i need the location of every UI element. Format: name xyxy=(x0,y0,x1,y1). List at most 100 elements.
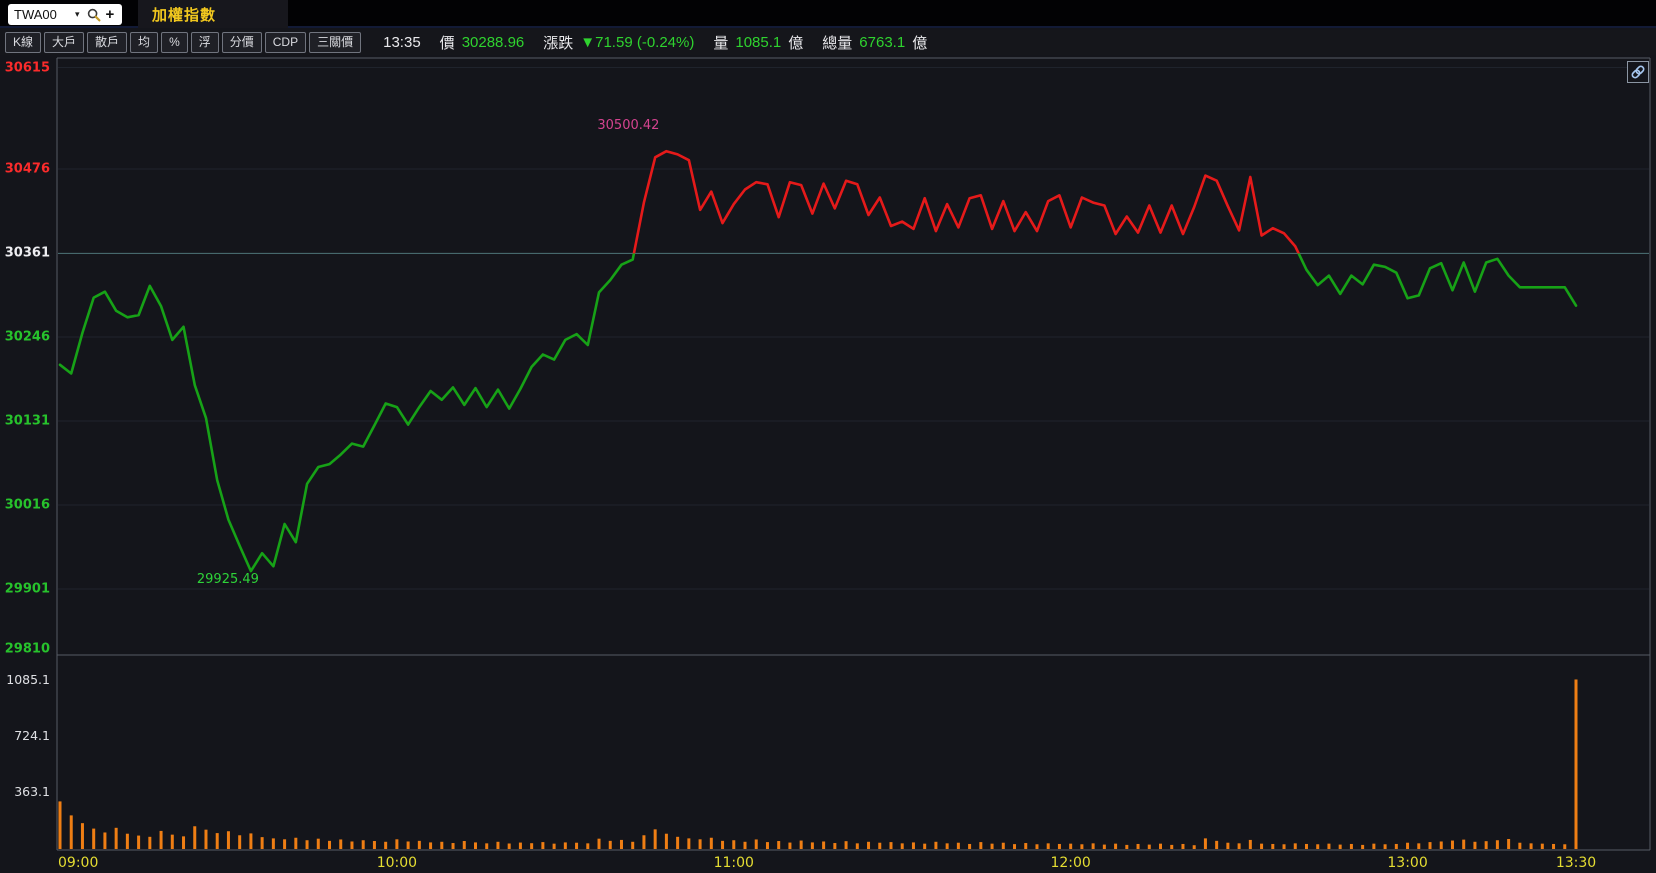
volume-bar xyxy=(1013,844,1017,849)
quote-time: 13:35 xyxy=(383,34,421,51)
volume-bar xyxy=(1450,840,1454,849)
volume-bar xyxy=(1080,844,1084,849)
change-value: ▼71.59 (-0.24%) xyxy=(580,34,695,51)
toolbar-button-0[interactable]: K線 xyxy=(5,32,42,53)
volume-bar xyxy=(1361,844,1365,849)
volume-bar xyxy=(945,843,949,849)
symbol-input[interactable] xyxy=(14,7,66,22)
volume-bar xyxy=(361,840,365,849)
volume-bar xyxy=(788,842,792,849)
volume-bar xyxy=(608,840,612,849)
volume-bar xyxy=(316,838,320,849)
volume-bar xyxy=(1394,843,1398,849)
toolbar-button-6[interactable]: 分價 xyxy=(221,32,262,53)
volume-bar xyxy=(170,834,174,849)
volume-bar xyxy=(664,833,668,849)
volume-bar xyxy=(92,828,96,849)
price-axis-label: 30246 xyxy=(5,329,50,344)
volume-bar xyxy=(732,840,736,849)
volume-bar xyxy=(968,843,972,849)
toolbar-button-7[interactable]: CDP xyxy=(264,32,307,53)
tab-strip: 加權指數 xyxy=(138,0,288,28)
volume-bar xyxy=(1383,844,1387,849)
volume-bar xyxy=(1057,843,1061,849)
volume-bar xyxy=(137,835,141,849)
volume-bar xyxy=(765,842,769,849)
x-axis-label: 11:00 xyxy=(714,855,754,871)
search-icon[interactable] xyxy=(87,8,101,22)
price-axis-label: 29901 xyxy=(5,581,50,596)
volume-bar xyxy=(103,832,107,849)
volume-bar xyxy=(1001,842,1005,849)
volume-bar xyxy=(305,840,309,849)
dropdown-caret-icon[interactable]: ▾ xyxy=(75,9,80,20)
volume-bar xyxy=(844,841,848,849)
volume-bar xyxy=(1518,842,1522,849)
volume-bar xyxy=(855,843,859,849)
volume-bar xyxy=(810,842,814,849)
toolbar-button-3[interactable]: 均 xyxy=(130,32,159,53)
volume-bar xyxy=(1035,844,1039,849)
volume-bar xyxy=(215,833,219,849)
volume-bar xyxy=(1159,843,1163,849)
price-line-below-prev-close xyxy=(58,253,1578,573)
volume-bar xyxy=(530,843,534,849)
symbol-combobox[interactable]: ▾ + xyxy=(8,4,122,25)
price-axis-label: 30361 xyxy=(5,246,50,261)
volume-bar xyxy=(462,841,466,849)
tab-weighted-index[interactable]: 加權指數 xyxy=(138,0,288,28)
volume-bar xyxy=(1282,844,1286,849)
add-symbol-icon[interactable]: + xyxy=(106,6,115,23)
volume-bar xyxy=(1215,840,1219,849)
volume-bar xyxy=(698,839,702,849)
volume-bar xyxy=(1203,838,1207,849)
volume-bar xyxy=(541,842,545,849)
volume-bar xyxy=(204,829,208,849)
volume-bar xyxy=(743,841,747,849)
volume-bar xyxy=(721,840,725,849)
intraday-chart[interactable]: 30615 30476 30361 30246 30131 30016 29901 29810… xyxy=(0,55,1656,873)
total-volume-unit: 億 xyxy=(912,35,928,52)
total-volume-label: 總量 xyxy=(822,35,853,52)
price-axis-label: 30615 xyxy=(5,61,50,76)
volume-bar xyxy=(923,843,927,849)
volume-bar xyxy=(709,837,713,849)
x-axis-label: 12:00 xyxy=(1050,855,1090,871)
volume-bar xyxy=(1125,844,1129,849)
volume-bar xyxy=(867,841,871,849)
volume-bar xyxy=(80,823,84,849)
volume-bar xyxy=(1069,843,1073,849)
volume-label: 量 xyxy=(713,35,729,52)
volume-bar xyxy=(597,838,601,849)
x-axis-label: 13:00 xyxy=(1387,855,1427,871)
volume-bar xyxy=(1495,840,1499,849)
price-axis-label: 29810 xyxy=(5,642,50,657)
toolbar-button-1[interactable]: 大戶 xyxy=(44,32,85,53)
volume-bar xyxy=(934,841,938,849)
volume-bar xyxy=(440,841,444,849)
link-button[interactable] xyxy=(1627,61,1649,83)
price-line-above-prev-close xyxy=(632,149,1301,254)
volume-unit: 億 xyxy=(788,35,804,52)
toolbar-button-2[interactable]: 散戶 xyxy=(87,32,128,53)
volume-bar xyxy=(1428,842,1432,849)
x-axis-label: 13:30 xyxy=(1556,855,1596,871)
toolbar-button-5[interactable]: 浮 xyxy=(190,32,219,53)
volume-bar xyxy=(417,840,421,849)
volume-bar xyxy=(878,842,882,849)
volume-bar xyxy=(1462,839,1466,849)
volume-bar xyxy=(990,843,994,849)
volume-bar xyxy=(518,842,522,849)
volume-bar xyxy=(900,843,904,849)
volume-bar xyxy=(125,833,129,849)
volume-bar xyxy=(148,836,152,849)
volume-bar xyxy=(1327,843,1331,849)
volume-bar xyxy=(69,815,73,849)
volume-bar xyxy=(1406,842,1410,849)
volume-axis-label: 724.1 xyxy=(14,728,50,743)
volume-bar xyxy=(1574,679,1578,849)
toolbar-button-8[interactable]: 三關價 xyxy=(309,32,362,53)
toolbar-button-4[interactable]: % xyxy=(161,32,188,53)
volume-bar xyxy=(687,838,691,849)
volume-bar xyxy=(271,838,275,849)
